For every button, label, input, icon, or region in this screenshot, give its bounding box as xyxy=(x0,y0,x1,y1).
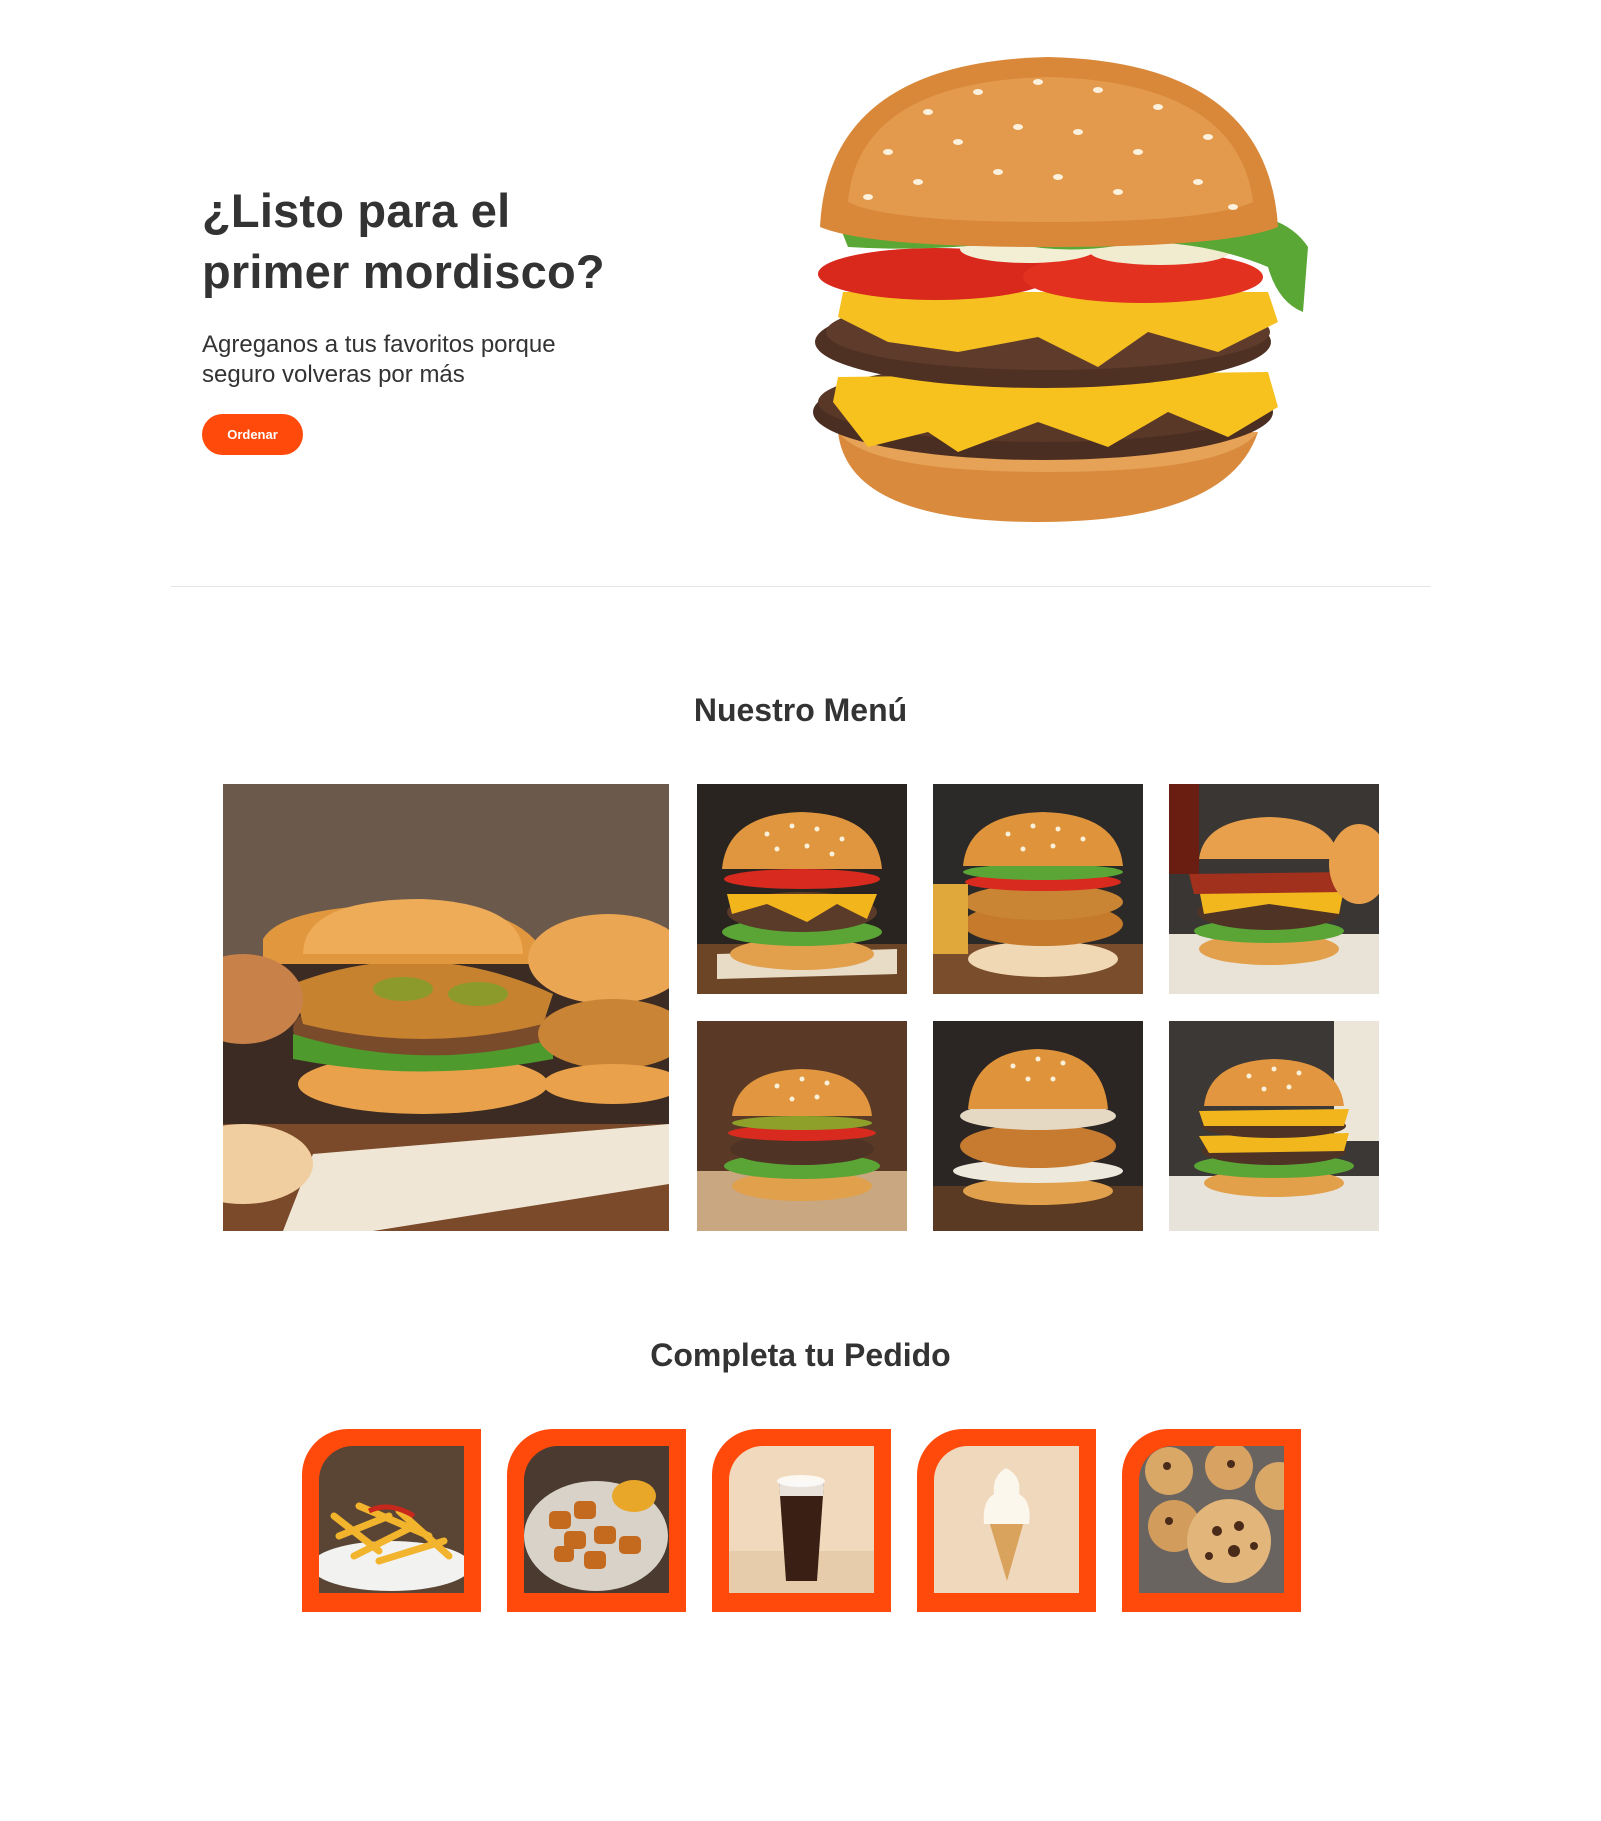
soda-photo-icon xyxy=(729,1446,874,1593)
hero-title-line-2: primer mordisco? xyxy=(202,245,605,298)
chicken-burger-photo-icon xyxy=(223,784,669,1231)
fries-photo-icon xyxy=(319,1446,464,1593)
menu-item-7[interactable] xyxy=(1169,1021,1379,1231)
double-cheeseburger-photo-icon xyxy=(1169,1021,1379,1231)
hero-burger-image xyxy=(808,52,1316,530)
hero-subtitle-line-2: seguro volveras por más xyxy=(202,361,465,388)
cookies-photo-icon xyxy=(1139,1446,1284,1593)
menu-item-2[interactable] xyxy=(697,784,907,994)
hero-title-line-1: ¿Listo para el xyxy=(202,184,511,237)
side-item-cookies[interactable] xyxy=(1122,1429,1301,1612)
order-button[interactable]: Ordenar xyxy=(202,414,303,455)
side-item-fries[interactable] xyxy=(302,1429,481,1612)
section-divider xyxy=(171,586,1431,587)
crispy-chicken-burger-photo-icon xyxy=(933,784,1143,994)
hero-title: ¿Listo para el primer mordisco? xyxy=(202,180,632,302)
nuggets-photo-icon xyxy=(524,1446,669,1593)
coleslaw-chicken-burger-photo-icon xyxy=(933,1021,1143,1231)
landing-page: ¿Listo para el primer mordisco? Agregano… xyxy=(0,0,1601,1821)
menu-item-3[interactable] xyxy=(933,784,1143,994)
menu-item-5[interactable] xyxy=(697,1021,907,1231)
hero-text-block: ¿Listo para el primer mordisco? Agregano… xyxy=(202,180,632,455)
menu-item-featured[interactable] xyxy=(223,784,669,1231)
menu-item-4[interactable] xyxy=(1169,784,1379,994)
menu-section-title: Nuestro Menú xyxy=(693,692,908,728)
hero-subtitle-line-1: Agreganos a tus favoritos porque xyxy=(202,331,556,358)
side-item-ice-cream[interactable] xyxy=(917,1429,1096,1612)
bacon-burger-photo-icon xyxy=(1169,784,1379,994)
side-item-nuggets[interactable] xyxy=(507,1429,686,1612)
ice-cream-photo-icon xyxy=(934,1446,1079,1593)
pickle-burger-photo-icon xyxy=(697,1021,907,1231)
sides-section-title: Completa tu Pedido xyxy=(650,1337,951,1373)
menu-item-6[interactable] xyxy=(933,1021,1143,1231)
hero-subtitle: Agreganos a tus favoritos porque seguro … xyxy=(202,330,632,390)
cheeseburger-photo-icon xyxy=(697,784,907,994)
side-item-soda[interactable] xyxy=(712,1429,891,1612)
